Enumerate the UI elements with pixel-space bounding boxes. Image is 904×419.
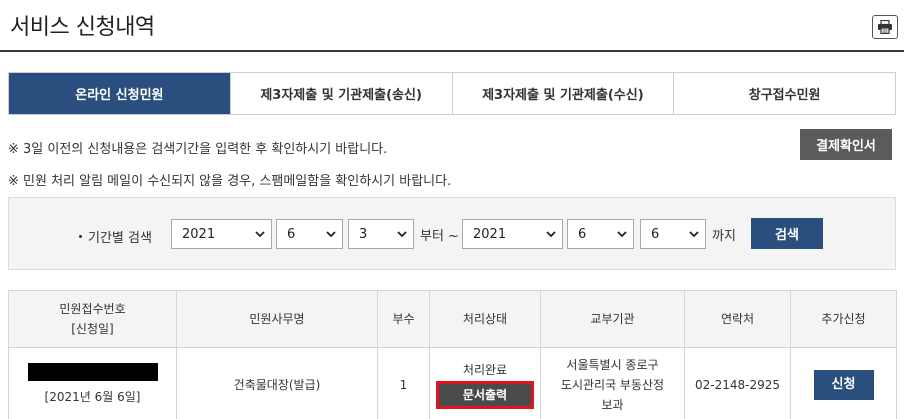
search-label: 기간별 검색 (79, 227, 152, 246)
cell-service-name[interactable]: 건축물대장(발급) (176, 347, 378, 419)
status-text: 처리완료 (462, 363, 508, 377)
to-year-value: 2021 (473, 226, 507, 242)
tab-online-application[interactable]: 온라인 신청민원 (9, 73, 231, 114)
apply-date: [2021년 6월 6일] (44, 389, 141, 404)
search-panel: 기간별 검색 2021 6 3 부터 ~ 2021 6 6 까지 검색 (8, 197, 896, 270)
notice-spam-mail: ※ 민원 처리 알림 메일이 수신되지 않을 경우, 스팸메일함을 확인하시기 … (8, 174, 452, 189)
cell-copies: 1 (377, 347, 430, 419)
redacted-receipt-number (27, 362, 158, 381)
tab-bar: 온라인 신청민원 제3자제출 및 기관제출(송신) 제3자제출 및 기관제출(수… (8, 72, 896, 115)
from-text: 부터 ~ (420, 229, 459, 244)
page-header: 서비스 신청내역 (0, 0, 904, 52)
header-contact: 연락처 (684, 290, 791, 348)
chevron-down-icon (546, 231, 556, 238)
from-year-select[interactable]: 2021 (171, 219, 272, 249)
cell-status: 처리완료 문서출력 (429, 347, 541, 419)
search-label-text: 기간별 검색 (88, 231, 152, 246)
table-header-row: 민원접수번호 [신청일] 민원사무명 부수 처리상태 교부기관 연락처 추가신청 (8, 290, 897, 348)
tab-third-party-received[interactable]: 제3자제출 및 기관제출(수신) (452, 73, 675, 114)
application-table: 민원접수번호 [신청일] 민원사무명 부수 처리상태 교부기관 연락처 추가신청 … (8, 290, 897, 419)
apply-button[interactable]: 신청 (813, 369, 874, 400)
chevron-down-icon (689, 231, 699, 238)
header-receipt-no-label: 민원접수번호 (59, 302, 126, 316)
header-agency: 교부기관 (540, 290, 685, 348)
from-day-value: 3 (359, 226, 368, 242)
header-status: 처리상태 (429, 290, 541, 348)
cell-contact: 02-2148-2925 (684, 347, 791, 419)
cell-agency: 서울특별시 종로구 도시관리국 부동산정보과 (540, 347, 685, 419)
payment-receipt-button[interactable]: 결제확인서 (800, 129, 892, 160)
cell-extra-apply: 신청 (790, 347, 897, 419)
printer-icon (878, 20, 892, 34)
header-receipt-no: 민원접수번호 [신청일] (8, 290, 177, 348)
header-extra-apply: 추가신청 (790, 290, 897, 348)
to-day-value: 6 (651, 226, 660, 242)
from-day-select[interactable]: 3 (348, 219, 414, 249)
print-document-button[interactable]: 문서출력 (439, 384, 531, 406)
print-button[interactable] (872, 15, 898, 39)
tab-counter-application[interactable]: 창구접수민원 (674, 73, 895, 114)
page-title: 서비스 신청내역 (10, 15, 155, 40)
chevron-down-icon (255, 231, 265, 238)
chevron-down-icon (397, 231, 407, 238)
to-day-select[interactable]: 6 (640, 219, 706, 249)
to-text: 까지 (712, 229, 736, 244)
bullet-icon (79, 235, 82, 238)
to-year-select[interactable]: 2021 (462, 219, 563, 249)
to-month-select[interactable]: 6 (567, 219, 634, 249)
table-row: [2021년 6월 6일] 건축물대장(발급) 1 처리완료 문서출력 서울특별… (8, 347, 897, 419)
header-copies: 부수 (377, 290, 430, 348)
from-year-value: 2021 (182, 226, 216, 242)
notice-search-period: ※ 3일 이전의 신청내용은 검색기간을 입력한 후 확인하시기 바랍니다. (8, 142, 388, 157)
from-month-value: 6 (287, 226, 296, 242)
header-apply-date-label: [신청일] (71, 322, 114, 336)
to-month-value: 6 (578, 226, 587, 242)
search-button[interactable]: 검색 (751, 218, 823, 249)
print-document-highlight: 문서출력 (436, 381, 534, 409)
chevron-down-icon (617, 231, 627, 238)
header-service-name: 민원사무명 (176, 290, 378, 348)
from-month-select[interactable]: 6 (276, 219, 343, 249)
cell-receipt-no: [2021년 6월 6일] (8, 347, 177, 419)
tab-third-party-sent[interactable]: 제3자제출 및 기관제출(송신) (230, 73, 453, 114)
chevron-down-icon (326, 231, 336, 238)
agency-name: 서울특별시 종로구 도시관리국 부동산정보과 (560, 357, 665, 412)
